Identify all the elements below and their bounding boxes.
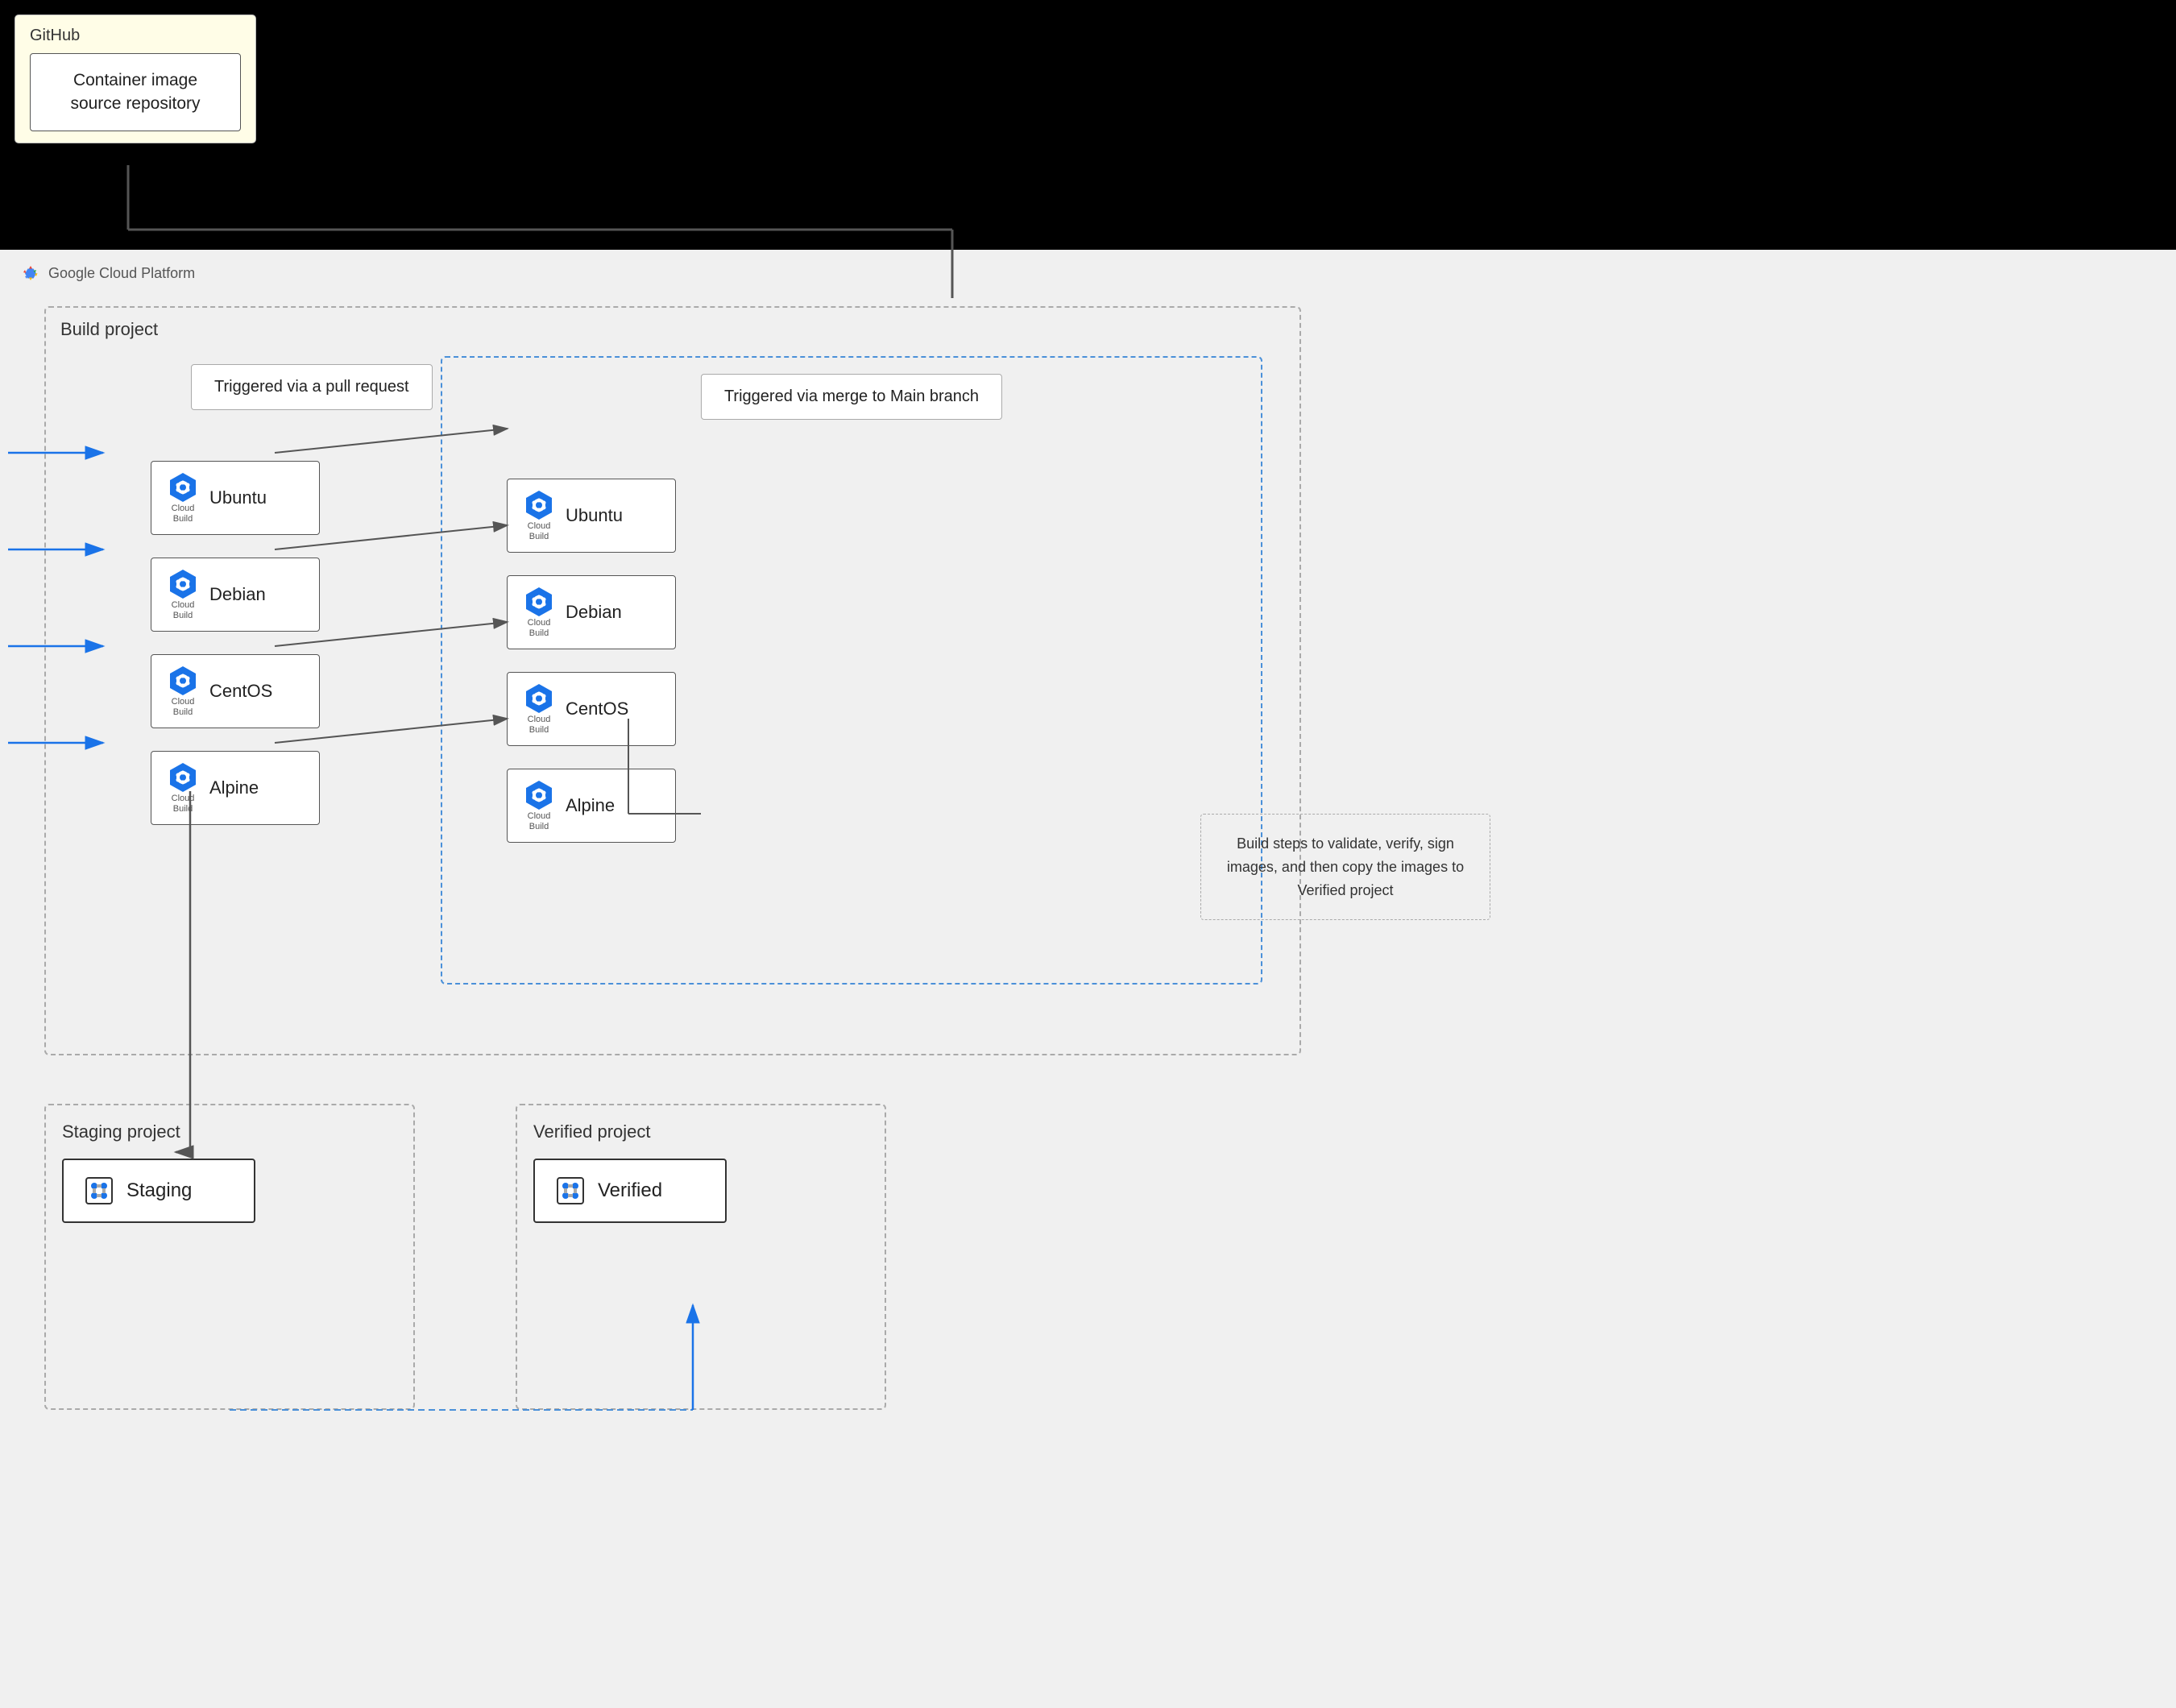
build-project-container: Build project Triggered via a pull reque… xyxy=(44,306,1301,1055)
hexagon-icon-3 xyxy=(167,665,199,697)
staging-project-label: Staging project xyxy=(62,1121,397,1142)
hexagon-icon-8 xyxy=(523,779,555,811)
note-box: Build steps to validate, verify, sign im… xyxy=(1200,814,1490,920)
verified-artifact-icon xyxy=(554,1175,586,1207)
cloud-build-icon-ubuntu-right: CloudBuild xyxy=(520,489,557,542)
hexagon-icon xyxy=(167,471,199,504)
service-box-centos-right: CloudBuild CentOS xyxy=(507,672,676,746)
trigger-pull-label: Triggered via a pull request xyxy=(214,378,409,396)
trigger-merge-box: Triggered via merge to Main branch xyxy=(701,374,1002,420)
gcp-logo-icon xyxy=(19,264,42,282)
staging-service-box: Staging xyxy=(62,1159,255,1223)
verified-service-box: Verified xyxy=(533,1159,727,1223)
cloud-build-icon-debian-right: CloudBuild xyxy=(520,586,557,639)
ubuntu-left-label: Ubuntu xyxy=(209,487,267,508)
debian-right-label: Debian xyxy=(566,602,622,623)
alpine-left-label: Alpine xyxy=(209,777,259,798)
staging-label: Staging xyxy=(126,1179,192,1202)
gcp-label: Google Cloud Platform xyxy=(19,264,195,282)
cloud-build-icon-debian-left: CloudBuild xyxy=(164,568,201,621)
verified-project-label: Verified project xyxy=(533,1121,868,1142)
ubuntu-right-label: Ubuntu xyxy=(566,505,623,526)
cloud-build-icon-alpine-left: CloudBuild xyxy=(164,761,201,815)
note-text: Build steps to validate, verify, sign im… xyxy=(1227,835,1464,898)
cloud-build-icon-centos-left: CloudBuild xyxy=(164,665,201,718)
alpine-right-label: Alpine xyxy=(566,795,615,816)
top-connectors xyxy=(0,0,2176,250)
hexagon-icon-6 xyxy=(523,586,555,618)
staging-artifact-icon xyxy=(83,1175,115,1207)
service-box-debian-left: CloudBuild Debian xyxy=(151,558,320,632)
verified-project-container: Verified project Verified xyxy=(516,1104,886,1410)
service-box-ubuntu-left: CloudBuild Ubuntu xyxy=(151,461,320,535)
cloud-build-icon-centos-right: CloudBuild xyxy=(520,682,557,736)
service-box-alpine-right: CloudBuild Alpine xyxy=(507,769,676,843)
service-box-alpine-left: CloudBuild Alpine xyxy=(151,751,320,825)
hexagon-icon-2 xyxy=(167,568,199,600)
service-box-debian-right: CloudBuild Debian xyxy=(507,575,676,649)
gcp-text: Google Cloud Platform xyxy=(48,265,195,282)
merge-section-container: Triggered via merge to Main branch xyxy=(441,356,1262,985)
build-project-label: Build project xyxy=(60,319,158,340)
service-box-ubuntu-right: CloudBuild Ubuntu xyxy=(507,479,676,553)
verified-label: Verified xyxy=(598,1179,662,1202)
hexagon-icon-7 xyxy=(523,682,555,715)
staging-project-container: Staging project Staging xyxy=(44,1104,415,1410)
hexagon-icon-5 xyxy=(523,489,555,521)
cloud-build-icon-alpine-right: CloudBuild xyxy=(520,779,557,832)
debian-left-label: Debian xyxy=(209,584,266,605)
trigger-pull-box: Triggered via a pull request xyxy=(191,364,433,410)
hexagon-icon-4 xyxy=(167,761,199,794)
trigger-merge-label: Triggered via merge to Main branch xyxy=(724,388,979,405)
centos-left-label: CentOS xyxy=(209,681,272,702)
cloud-build-icon-ubuntu-left: CloudBuild xyxy=(164,471,201,524)
service-box-centos-left: CloudBuild CentOS xyxy=(151,654,320,728)
centos-right-label: CentOS xyxy=(566,699,628,719)
